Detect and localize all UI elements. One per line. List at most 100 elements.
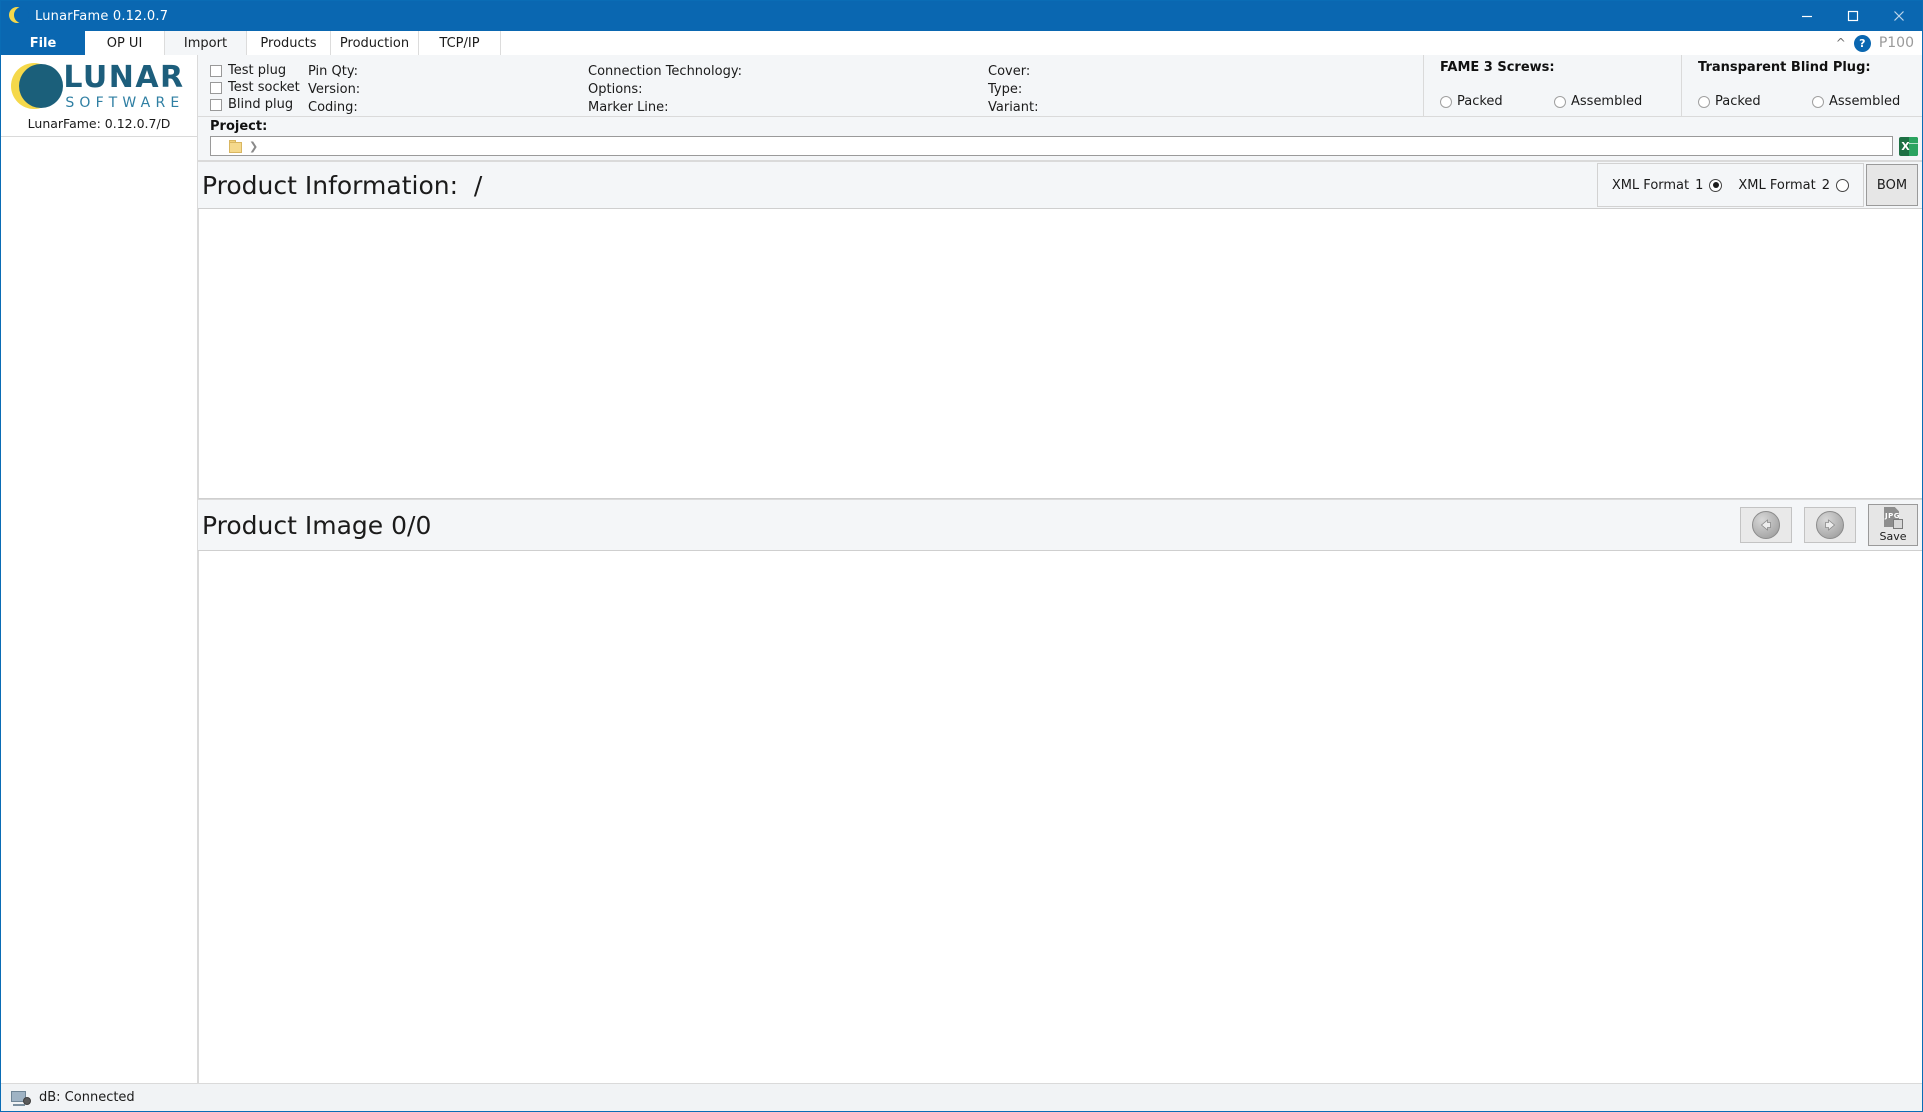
radio-fame-packed[interactable]: Packed — [1440, 94, 1544, 109]
checkbox-label: Test plug — [228, 63, 287, 78]
arrow-left-icon — [1752, 511, 1780, 539]
checkbox-label: Test socket — [228, 80, 300, 95]
logo-primary-text: LUNAR — [63, 60, 185, 95]
folder-icon — [229, 139, 243, 153]
maximize-button[interactable] — [1830, 1, 1876, 31]
excel-x-glyph: X — [1901, 139, 1910, 153]
field-label-options: Options: — [588, 82, 643, 97]
window-body: LUNAR SOFTWARE LunarFame: 0.12.0.7/D Tes… — [1, 55, 1922, 1083]
field-label-connection-technology: Connection Technology: — [588, 64, 742, 79]
checkbox-label: Blind plug — [228, 97, 294, 112]
field-label-pin-qty: Pin Qty: — [308, 64, 358, 79]
fame-screws-title: FAME 3 Screws: — [1440, 60, 1555, 75]
project-input-row: ❯ X — [210, 136, 1922, 160]
xml-format-2-number: 2 — [1821, 177, 1830, 193]
page-code-label: P100 — [1878, 35, 1914, 51]
save-image-button[interactable]: JPG Save — [1868, 504, 1918, 546]
fame-screws-options: Packed Assembled — [1440, 94, 1681, 109]
product-attributes-panel: Test plug Test socket Blind plug Pin Qty… — [198, 55, 1922, 117]
transparent-blind-plug-options: Packed Assembled — [1698, 94, 1922, 109]
field-label-coding: Coding: — [308, 100, 358, 115]
product-image-title: Product Image 0/0 — [202, 510, 432, 540]
field-column-1: Pin Qty: Version: Coding: — [308, 59, 588, 116]
tab-production[interactable]: Production — [331, 31, 419, 55]
branding-sidebar: LUNAR SOFTWARE LunarFame: 0.12.0.7/D — [1, 55, 198, 1083]
bom-button[interactable]: BOM — [1866, 164, 1918, 206]
field-label-cover: Cover: — [988, 64, 1031, 79]
radio-icon[interactable] — [1698, 95, 1710, 108]
excel-export-icon[interactable]: X — [1899, 136, 1918, 156]
database-connection-icon — [11, 1090, 31, 1106]
project-tree-view[interactable]: ❯ — [210, 136, 1893, 156]
radio-blindplug-packed[interactable]: Packed — [1698, 94, 1802, 109]
tab-import[interactable]: Import — [165, 31, 247, 55]
fame-screws-group: FAME 3 Screws: Packed Assembled — [1424, 55, 1682, 116]
radio-icon[interactable] — [1812, 95, 1824, 108]
tab-op-ui[interactable]: OP UI — [85, 31, 165, 55]
radio-label: Packed — [1715, 94, 1761, 109]
field-label-version: Version: — [308, 82, 361, 97]
attribute-fields-area: Test plug Test socket Blind plug Pin Qty… — [198, 55, 1424, 116]
radio-icon[interactable] — [1836, 178, 1849, 192]
tab-strip-right-controls: ^ ? P100 — [501, 31, 1922, 55]
main-content: Test plug Test socket Blind plug Pin Qty… — [198, 55, 1922, 1083]
radio-icon[interactable] — [1440, 95, 1452, 108]
radio-icon[interactable] — [1554, 95, 1566, 108]
next-image-button[interactable] — [1804, 507, 1856, 543]
product-information-title: Product Information: / — [202, 170, 483, 200]
field-column-2: Connection Technology: Options: Marker L… — [588, 59, 988, 116]
save-button-label: Save — [1879, 530, 1907, 543]
checkbox-blind-plug[interactable]: Blind plug — [210, 97, 308, 112]
logo-row: LUNAR SOFTWARE — [11, 60, 185, 111]
product-image-header: Product Image 0/0 JPG Save — [198, 499, 1922, 551]
application-window: LunarFame 0.12.0.7 File OP UI Import Pro… — [0, 0, 1923, 1112]
checkbox-test-socket[interactable]: Test socket — [210, 80, 308, 95]
title-bar: LunarFame 0.12.0.7 — [1, 1, 1922, 31]
transparent-blind-plug-group: Transparent Blind Plug: Packed Assembled — [1682, 55, 1922, 116]
xml-format-1-number: 1 — [1695, 177, 1704, 193]
logo-panel: LUNAR SOFTWARE LunarFame: 0.12.0.7/D — [1, 55, 198, 137]
checkbox-test-plug[interactable]: Test plug — [210, 63, 308, 78]
xml-format-2-label: XML Format — [1738, 177, 1816, 193]
radio-label: Packed — [1457, 94, 1503, 109]
status-text: dB: Connected — [39, 1090, 135, 1105]
project-label: Project: — [210, 119, 268, 134]
checkbox-icon[interactable] — [210, 64, 222, 77]
tab-file[interactable]: File — [1, 31, 85, 55]
previous-image-button[interactable] — [1740, 507, 1792, 543]
plug-type-checkbox-group: Test plug Test socket Blind plug — [210, 59, 308, 116]
xml-format-group: XML Format 1 XML Format 2 — [1596, 163, 1864, 207]
sidebar-empty-area — [1, 137, 198, 1083]
lunar-moon-logo-icon — [11, 62, 64, 111]
radio-xml-format-2[interactable]: XML Format 2 — [1738, 178, 1849, 193]
field-label-type: Type: — [988, 82, 1023, 97]
product-image-canvas — [198, 551, 1922, 1083]
window-title: LunarFame 0.12.0.7 — [35, 8, 169, 24]
field-label-variant: Variant: — [988, 100, 1039, 115]
moon-icon — [9, 7, 29, 25]
logo-secondary-text: SOFTWARE — [65, 95, 185, 111]
arrow-right-icon — [1816, 511, 1844, 539]
radio-label: Assembled — [1571, 94, 1643, 109]
radio-icon[interactable] — [1709, 178, 1723, 192]
radio-xml-format-1[interactable]: XML Format 1 — [1612, 178, 1723, 193]
tab-products[interactable]: Products — [247, 31, 331, 55]
tab-tcp-ip[interactable]: TCP/IP — [419, 31, 501, 55]
chevron-up-icon[interactable]: ^ — [1836, 37, 1846, 49]
xml-format-1-label: XML Format — [1611, 177, 1690, 193]
save-jpg-icon: JPG — [1882, 507, 1904, 529]
help-icon[interactable]: ? — [1853, 34, 1871, 52]
radio-fame-assembled[interactable]: Assembled — [1554, 94, 1658, 109]
radio-blindplug-assembled[interactable]: Assembled — [1812, 94, 1916, 109]
app-version-label: LunarFame: 0.12.0.7/D — [27, 115, 171, 131]
status-bar: dB: Connected — [1, 1083, 1922, 1111]
field-column-3: Cover: Type: Variant: — [988, 59, 1288, 116]
project-panel: Project: ❯ X — [198, 117, 1922, 161]
minimize-button[interactable] — [1784, 1, 1830, 31]
checkbox-icon[interactable] — [210, 98, 222, 111]
chevron-right-icon[interactable]: ❯ — [249, 141, 258, 152]
close-button[interactable] — [1876, 1, 1922, 31]
field-label-marker-line: Marker Line: — [588, 100, 669, 115]
main-tab-strip: File OP UI Import Products Production TC… — [1, 31, 1922, 55]
checkbox-icon[interactable] — [210, 81, 222, 94]
